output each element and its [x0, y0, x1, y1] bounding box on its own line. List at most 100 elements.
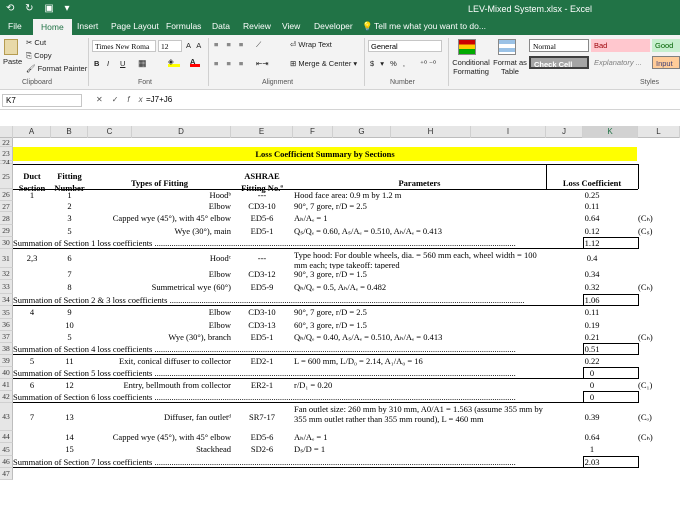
row-header[interactable]: 42 [0, 391, 13, 403]
paste-icon[interactable] [4, 39, 18, 55]
fitting-number-cell: 3 [67, 213, 72, 223]
loss-cell: 0.34 [584, 269, 600, 279]
row-header[interactable]: 38 [0, 343, 13, 355]
vertical-align-icons[interactable]: ≡ ≡ ≡ [214, 40, 246, 49]
row-header[interactable]: 43 [0, 403, 13, 431]
column-header-c[interactable]: C [88, 126, 132, 138]
formula-bar-icons[interactable]: ✕✓fx [96, 95, 152, 104]
row-header[interactable]: 35 [0, 306, 13, 319]
indent-icons[interactable]: ⇤⇥ [256, 59, 269, 68]
ashrae-cell: CD3-13 [248, 320, 276, 330]
underline-button[interactable]: U [120, 59, 125, 68]
column-header-b[interactable]: B [51, 126, 88, 138]
row-header[interactable]: 41 [0, 379, 13, 391]
merge-center-button[interactable]: ⊞ Merge & Center ▾ [290, 59, 357, 68]
ribbon-tabs: File Home Insert Page Layout Formulas Da… [0, 19, 680, 35]
fitting-type-cell: Hoodᶜ [209, 253, 231, 263]
column-header-e[interactable]: E [231, 126, 293, 138]
tell-me-search[interactable]: Tell me what you want to do... [374, 21, 486, 31]
horizontal-align-icons[interactable]: ≡ ≡ ≡ [214, 59, 246, 68]
tab-page-layout[interactable]: Page Layout [111, 21, 159, 31]
row-header[interactable]: 44 [0, 431, 13, 443]
formula-input[interactable]: =J7+J6 [146, 95, 172, 104]
row-header[interactable]: 33 [0, 280, 13, 294]
tab-review[interactable]: Review [243, 21, 271, 31]
cancel-icon[interactable]: ✕ [96, 95, 112, 104]
row-header[interactable]: 32 [0, 268, 13, 280]
row-header[interactable]: 28 [0, 212, 13, 225]
fitting-number-cell: 2 [67, 201, 72, 211]
wrap-text-button[interactable]: ⏎ Wrap Text [290, 40, 332, 49]
row-header[interactable]: 22 [0, 138, 13, 147]
tab-data[interactable]: Data [212, 21, 230, 31]
style-normal[interactable]: Normal [529, 39, 589, 52]
style-bad[interactable]: Bad [591, 39, 650, 52]
style-input[interactable]: Input [652, 56, 680, 69]
column-header-f[interactable]: F [293, 126, 333, 138]
font-color-icon[interactable]: A [190, 57, 200, 67]
borders-icon[interactable]: ▦ [138, 58, 147, 69]
font-grow-shrink[interactable]: A A [186, 41, 203, 50]
bold-button[interactable]: B [94, 59, 99, 68]
row-header[interactable]: 47 [0, 468, 13, 480]
tell-me-search-icon[interactable]: 💡 [362, 21, 373, 32]
column-header-h[interactable]: H [391, 126, 471, 138]
row-header[interactable]: 26 [0, 189, 13, 201]
row-header[interactable]: 36 [0, 319, 13, 331]
fitting-number-cell: 14 [65, 432, 74, 442]
column-header-d[interactable]: D [132, 126, 231, 138]
fitting-number-cell: 9 [67, 307, 72, 317]
tab-file[interactable]: File [8, 21, 22, 31]
font-name-box[interactable]: Times New Roma [92, 40, 156, 52]
decimal-icons[interactable]: ⁺⁰ ⁻⁰ [420, 59, 436, 68]
row-header[interactable]: 39 [0, 355, 13, 367]
row-header[interactable]: 37 [0, 331, 13, 343]
format-painter-button[interactable]: 🖌 Format Painter [26, 64, 87, 73]
font-size-box[interactable]: 12 [158, 40, 182, 52]
conditional-formatting-icon[interactable] [458, 39, 476, 55]
divider [208, 38, 209, 86]
tab-formulas[interactable]: Formulas [166, 21, 201, 31]
style-explanatory[interactable]: Explanatory ... [591, 56, 650, 69]
column-header-a[interactable]: A [13, 126, 51, 138]
paste-button[interactable]: Paste [3, 57, 22, 66]
row-header[interactable]: 31 [0, 249, 13, 268]
style-check-cell[interactable]: Check Cell [529, 56, 589, 69]
enter-icon[interactable]: ✓ [112, 95, 128, 104]
row-header[interactable]: 29 [0, 225, 13, 237]
cut-button[interactable]: ✂ Cut [26, 38, 46, 47]
conditional-formatting-button[interactable]: Conditional Formatting [451, 58, 491, 76]
loss-cell: 0.64 [584, 432, 600, 442]
italic-button[interactable]: I [107, 59, 109, 68]
row-header[interactable]: 34 [0, 294, 13, 306]
name-box[interactable]: K7 [2, 94, 82, 107]
duct-section-cell [13, 319, 51, 331]
tab-developer[interactable]: Developer [314, 21, 353, 31]
column-header-j[interactable]: J [546, 126, 583, 138]
column-header-i[interactable]: I [471, 126, 546, 138]
header-ashrae-1: ASHRAE [244, 171, 280, 181]
number-symbols[interactable]: $ ▾ % , [370, 59, 407, 68]
row-header[interactable]: 46 [0, 456, 13, 468]
row-header[interactable]: 40 [0, 367, 13, 379]
row-header[interactable]: 25 [0, 164, 13, 189]
column-border [638, 456, 639, 468]
column-header-l[interactable]: L [638, 126, 680, 138]
row-header[interactable]: 30 [0, 237, 13, 249]
fill-color-icon[interactable]: ◈ [168, 57, 180, 67]
copy-button[interactable]: ⎘ Copy [26, 51, 52, 61]
orientation-icon[interactable]: ⟋ [256, 40, 261, 50]
tab-home[interactable]: Home [33, 19, 72, 35]
tab-view[interactable]: View [282, 21, 300, 31]
row-header[interactable]: 27 [0, 201, 13, 212]
worksheet-grid[interactable]: 22 23 24 25 26 27 28 29 30 31 32 33 34 35 36 37 38 39 40 41… [0, 138, 680, 530]
row-header[interactable]: 45 [0, 443, 13, 456]
format-as-table-button[interactable]: Format as Table [493, 58, 527, 76]
column-header-g[interactable]: G [333, 126, 391, 138]
tab-insert[interactable]: Insert [77, 21, 98, 31]
number-format-box[interactable]: General [368, 40, 442, 52]
style-good[interactable]: Good [652, 39, 680, 52]
column-header-k[interactable]: K [583, 126, 638, 138]
select-all-corner[interactable] [0, 126, 13, 138]
format-as-table-icon[interactable] [498, 39, 516, 55]
